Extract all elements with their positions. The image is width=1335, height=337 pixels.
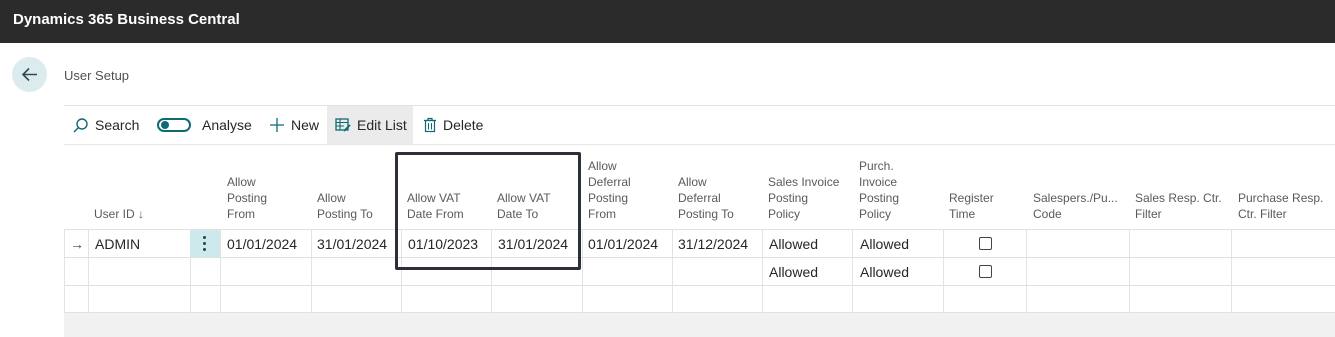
page-title: User Setup [64, 68, 130, 83]
dot [203, 248, 206, 251]
purch-invoice-posting-policy-cell[interactable]: Allowed [860, 236, 909, 252]
header-line: Code [1033, 207, 1062, 221]
col-header-purch-invoice-posting-policy[interactable]: Purch. Invoice Posting Policy [859, 158, 899, 222]
header-line: From [588, 207, 616, 221]
header-line: Policy [768, 207, 801, 221]
arrow-left-icon [21, 67, 37, 82]
more-vertical-icon [203, 236, 207, 254]
grid-footer-area [64, 313, 1335, 337]
new-button[interactable]: New [269, 106, 319, 144]
sales-invoice-posting-policy-cell[interactable]: Allowed [769, 264, 818, 280]
edit-list-icon [335, 118, 351, 132]
grid-line [64, 229, 1335, 230]
dot [203, 242, 206, 245]
header-line: Purch. [859, 159, 894, 173]
col-header-allow-posting-to[interactable]: Allow Posting To [317, 190, 373, 222]
header-line: Sales Invoice [768, 175, 840, 189]
toggle-knob [161, 121, 169, 129]
allow-deferral-posting-to-cell[interactable]: 31/12/2024 [678, 236, 748, 252]
row-actions-button[interactable] [190, 230, 220, 257]
dot [203, 236, 206, 239]
delete-button[interactable]: Delete [423, 106, 483, 144]
search-icon [73, 117, 88, 132]
header-line: Filter [1135, 207, 1162, 221]
allow-deferral-posting-from-cell[interactable]: 01/01/2024 [588, 236, 658, 252]
header-line: Posting [227, 191, 268, 205]
purch-invoice-posting-policy-cell[interactable]: Allowed [860, 264, 909, 280]
delete-label: Delete [443, 117, 484, 133]
header-line: Sales Resp. Ctr. [1135, 191, 1222, 205]
header-line: Allow [227, 175, 256, 189]
trash-icon [424, 117, 436, 133]
analyse-toggle[interactable]: Analyse [157, 106, 252, 144]
header-line: Register [949, 191, 994, 205]
header-line: Purchase Resp. [1238, 191, 1324, 205]
col-header-sales-invoice-posting-policy[interactable]: Sales Invoice Posting Policy [768, 174, 839, 222]
analyse-label: Analyse [202, 117, 252, 133]
highlight-box [395, 152, 581, 270]
header-line: From [227, 207, 255, 221]
sales-invoice-posting-policy-cell[interactable]: Allowed [769, 236, 818, 252]
col-header-allow-deferral-posting-from[interactable]: Allow Deferral Posting From [588, 158, 631, 222]
col-header-purchase-resp-ctr-filter[interactable]: Purchase Resp. Ctr. Filter [1238, 190, 1323, 222]
header-line: Deferral [588, 175, 631, 189]
top-bar: Dynamics 365 Business Central [0, 0, 1335, 43]
register-time-checkbox[interactable] [979, 237, 992, 250]
user-id-cell[interactable]: ADMIN [95, 236, 140, 252]
header-line: Posting [588, 191, 629, 205]
header-row: User ID ↓ Allow Posting From Allow Posti… [0, 145, 1335, 229]
header-line: Allow [678, 175, 707, 189]
col-header-salespers-code[interactable]: Salespers./Pu... Code [1033, 190, 1118, 222]
back-button[interactable] [12, 57, 47, 92]
header-line: Allow [317, 191, 346, 205]
edit-list-label: Edit List [357, 117, 407, 133]
table-row[interactable] [64, 286, 1335, 312]
col-header-sales-resp-ctr-filter[interactable]: Sales Resp. Ctr. Filter [1135, 190, 1222, 222]
plus-icon [270, 118, 284, 132]
col-header-allow-deferral-posting-to[interactable]: Allow Deferral Posting To [678, 174, 734, 222]
header-line: Policy [859, 207, 892, 221]
allow-posting-from-cell[interactable]: 01/01/2024 [227, 236, 297, 252]
register-time-checkbox[interactable] [979, 265, 992, 278]
header-line: Ctr. Filter [1238, 207, 1287, 221]
action-bar: Search Analyse New Edit List Delete [64, 106, 1335, 144]
app-title[interactable]: Dynamics 365 Business Central [13, 11, 240, 28]
sort-descending-icon: ↓ [138, 207, 145, 221]
user-id-header-label: User ID [94, 207, 135, 221]
search-label: Search [95, 117, 140, 133]
row-indicator-icon: → [70, 236, 84, 252]
header-line: Posting [768, 191, 809, 205]
header-line: Time [949, 207, 976, 221]
grid-line [64, 257, 1335, 258]
allow-posting-to-cell[interactable]: 31/01/2024 [317, 236, 387, 252]
header-line: Allow [588, 159, 617, 173]
header-line: Posting [859, 191, 900, 205]
header-line: Posting To [317, 207, 373, 221]
header-line: Posting To [678, 207, 734, 221]
col-header-register-time[interactable]: Register Time [949, 190, 994, 222]
edit-list-button[interactable]: Edit List [327, 106, 413, 144]
header-line: Deferral [678, 191, 721, 205]
col-header-user-id[interactable]: User ID ↓ [94, 206, 144, 222]
header-line: Salespers./Pu... [1033, 191, 1118, 205]
search-button[interactable]: Search [72, 106, 139, 144]
toggle-switch[interactable] [157, 118, 191, 132]
header-line: Invoice [859, 175, 898, 189]
col-header-allow-posting-from[interactable]: Allow Posting From [227, 174, 267, 222]
new-label: New [291, 117, 320, 133]
